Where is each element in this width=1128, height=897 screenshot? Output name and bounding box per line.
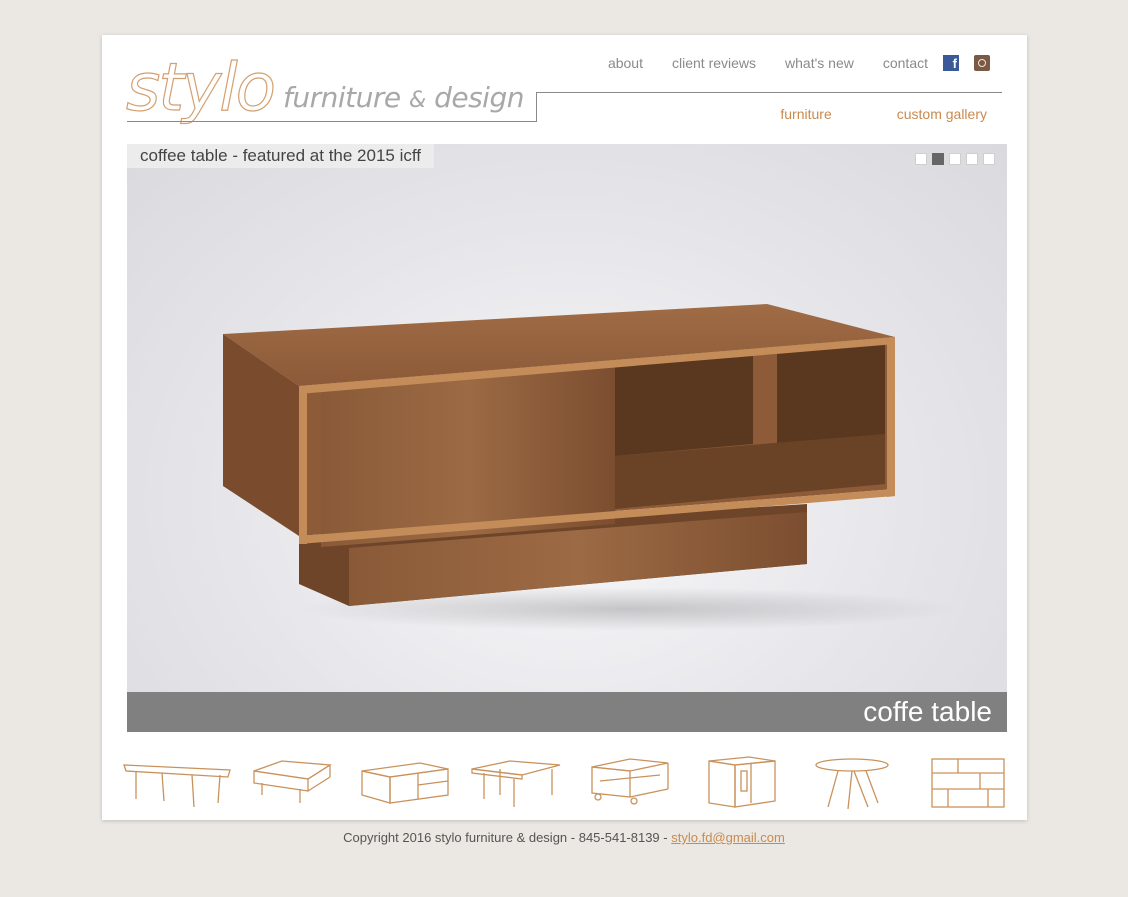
- nav-about[interactable]: about: [608, 55, 643, 71]
- slide-dot-5[interactable]: [983, 153, 995, 165]
- footer-copyright: Copyright 2016 stylo furniture & design …: [343, 830, 672, 845]
- page-card: stylo furniture & design about client re…: [102, 35, 1027, 820]
- console-table-thumb[interactable]: [470, 755, 562, 811]
- footer: Copyright 2016 stylo furniture & design …: [0, 830, 1128, 845]
- facebook-icon[interactable]: f: [943, 55, 959, 71]
- sub-nav: furniture custom gallery: [715, 106, 987, 122]
- hero-caption: coffe table: [863, 696, 992, 727]
- slide-dot-2[interactable]: [932, 153, 944, 165]
- instagram-icon[interactable]: [974, 55, 990, 71]
- hero-tagline: coffee table - featured at the 2015 icff: [127, 144, 435, 168]
- coffee-table-photo: [223, 304, 957, 631]
- header-rule-step: [536, 92, 537, 122]
- round-table-thumb[interactable]: [812, 755, 892, 811]
- media-cabinet-thumb[interactable]: [360, 755, 450, 811]
- logo-wordmark: stylo: [125, 48, 276, 126]
- social-links: f: [943, 55, 990, 71]
- cabinet-thumb[interactable]: [707, 755, 777, 811]
- bookshelf-thumb[interactable]: [928, 755, 1008, 811]
- logo-subtitle: furniture & design: [283, 81, 524, 114]
- slide-dot-4[interactable]: [966, 153, 978, 165]
- header-rule-right: [536, 92, 1002, 93]
- thumbnail-strip: [122, 755, 1007, 815]
- hero-slideshow[interactable]: coffee table - featured at the 2015 icff…: [127, 144, 1007, 732]
- logo[interactable]: stylo furniture & design: [125, 43, 546, 133]
- subnav-furniture[interactable]: furniture: [780, 106, 831, 122]
- rolling-cart-thumb[interactable]: [590, 755, 670, 811]
- subnav-custom-gallery[interactable]: custom gallery: [897, 106, 987, 122]
- top-nav: about client reviews what's new contact …: [608, 55, 990, 71]
- nav-contact[interactable]: contact: [883, 55, 928, 71]
- coffee-table-thumb[interactable]: [252, 755, 332, 811]
- hero-caption-bar: coffe table: [127, 692, 1007, 732]
- header-rule-left: [127, 121, 537, 122]
- nav-whats-new[interactable]: what's new: [785, 55, 854, 71]
- nav-client-reviews[interactable]: client reviews: [672, 55, 756, 71]
- slide-dot-3[interactable]: [949, 153, 961, 165]
- footer-email-link[interactable]: stylo.fd@gmail.com: [671, 830, 785, 845]
- slide-dot-1[interactable]: [915, 153, 927, 165]
- dining-table-thumb[interactable]: [122, 755, 232, 811]
- slide-indicators: [910, 153, 995, 165]
